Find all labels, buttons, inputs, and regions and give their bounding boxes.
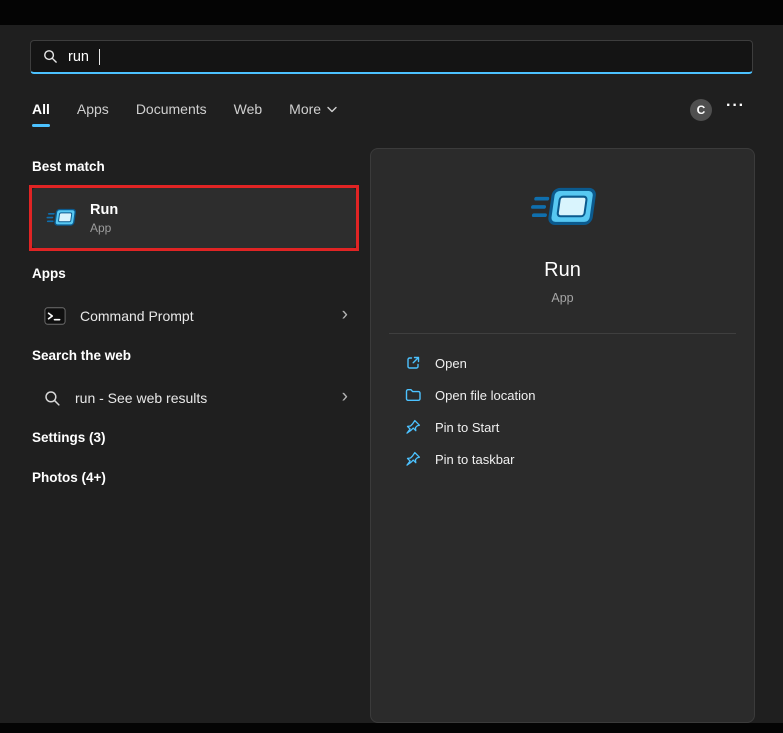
best-match-heading: Best match xyxy=(32,159,105,174)
preview-pane: Run App Open Open file location Pin to S… xyxy=(370,148,755,723)
tab-all-label: All xyxy=(32,101,50,117)
action-pin-to-start[interactable]: Pin to Start xyxy=(381,412,744,442)
best-match-text: Run App xyxy=(90,202,118,235)
apps-heading: Apps xyxy=(32,266,66,281)
preview-subtitle: App xyxy=(551,291,574,305)
result-command-prompt[interactable]: Command Prompt › xyxy=(30,297,360,335)
result-label: run - See web results xyxy=(75,390,208,406)
search-icon xyxy=(43,49,58,64)
chevron-right-icon[interactable]: › xyxy=(342,387,348,409)
action-open[interactable]: Open xyxy=(381,348,744,378)
pin-icon xyxy=(405,451,421,467)
tab-apps-label: Apps xyxy=(76,101,109,117)
search-icon xyxy=(44,390,61,407)
action-pin-to-taskbar[interactable]: Pin to taskbar xyxy=(381,444,744,474)
action-open-file-location[interactable]: Open file location xyxy=(381,380,744,410)
tab-documents-label: Documents xyxy=(135,101,207,117)
run-app-icon xyxy=(46,206,76,230)
more-options-button[interactable]: ··· xyxy=(726,97,745,115)
settings-section-header[interactable]: Settings (3) xyxy=(32,430,106,445)
pin-icon xyxy=(405,419,421,435)
action-label: Open xyxy=(435,355,467,371)
preview-title: Run xyxy=(544,259,581,281)
action-label: Pin to Start xyxy=(435,419,500,435)
search-input-value[interactable]: run xyxy=(68,49,89,65)
tab-apps[interactable]: Apps xyxy=(77,101,109,127)
chevron-right-icon[interactable]: › xyxy=(342,305,348,327)
tab-web[interactable]: Web xyxy=(234,101,263,127)
result-web-run[interactable]: run - See web results › xyxy=(30,379,360,417)
divider xyxy=(389,333,736,334)
tab-all[interactable]: All xyxy=(32,101,50,127)
windows-search-flyout: run All Apps Documents Web More C ··· Be… xyxy=(0,25,783,723)
result-subtitle: App xyxy=(90,220,112,235)
text-caret xyxy=(98,48,101,65)
action-label: Pin to taskbar xyxy=(435,451,515,467)
folder-icon xyxy=(405,387,421,403)
filter-tabs: All Apps Documents Web More xyxy=(32,101,337,127)
chevron-down-icon xyxy=(327,106,337,113)
run-app-icon-large xyxy=(530,183,596,238)
result-label: Command Prompt xyxy=(80,308,194,324)
open-icon xyxy=(405,355,421,371)
photos-section-header[interactable]: Photos (4+) xyxy=(32,470,106,485)
search-box[interactable]: run xyxy=(30,40,753,74)
tab-web-label: Web xyxy=(233,101,263,117)
tab-documents[interactable]: Documents xyxy=(136,101,207,127)
result-title: Run xyxy=(90,201,119,218)
action-label: Open file location xyxy=(435,387,536,403)
web-heading: Search the web xyxy=(32,348,132,363)
tab-more[interactable]: More xyxy=(289,101,337,127)
command-prompt-icon xyxy=(44,305,66,327)
account-avatar[interactable]: C xyxy=(690,99,712,121)
tab-more-label: More xyxy=(289,101,322,117)
best-match-result-run[interactable]: Run App xyxy=(32,188,356,248)
